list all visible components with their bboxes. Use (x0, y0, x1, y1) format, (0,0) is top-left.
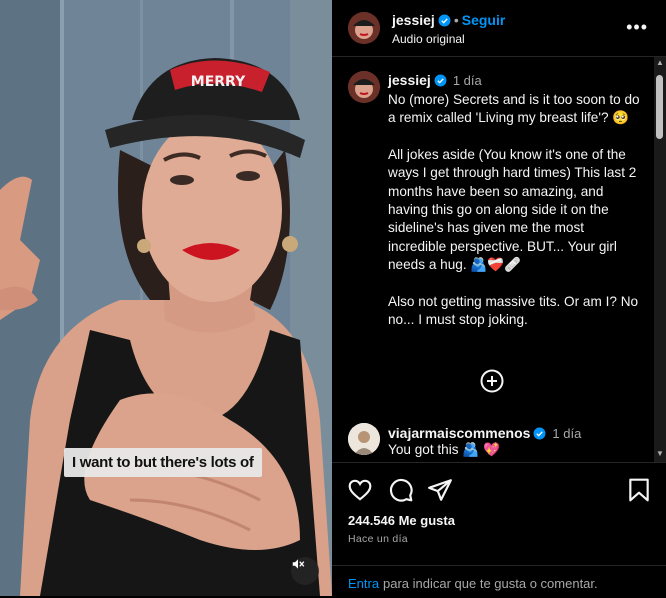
caption-username[interactable]: jessiej (388, 72, 431, 88)
instagram-post-modal: MERRY I want to but there's lots of jess… (0, 0, 666, 596)
video-frame: MERRY (0, 0, 332, 596)
comment-time[interactable]: 1 día (552, 426, 581, 441)
heart-icon[interactable] (347, 477, 373, 503)
comment-header: viajarmaiscommenos 1 día (388, 425, 581, 441)
follow-button[interactable]: Seguir (462, 12, 506, 28)
author-avatar[interactable] (348, 12, 380, 44)
load-more-comments-icon[interactable] (480, 369, 504, 393)
caption-text: No (more) Secrets and is it too soon to … (388, 91, 643, 347)
save-bookmark-icon[interactable] (626, 477, 652, 503)
caption-paragraph: All jokes aside (You know it's one of th… (388, 146, 637, 273)
caption-author-avatar[interactable] (348, 71, 380, 103)
avatar-image (348, 12, 380, 44)
share-icon[interactable] (427, 477, 453, 503)
verified-badge-icon (434, 74, 447, 87)
caption-paragraph: No (more) Secrets and is it too soon to … (388, 92, 640, 126)
caption-paragraph: Also not getting massive tits. Or am I? … (388, 293, 639, 328)
commenter-username[interactable]: viajarmaiscommenos (388, 425, 530, 441)
comment-text: You got this 🫂 💖 (388, 442, 500, 457)
video-caption: I want to but there's lots of (64, 448, 262, 477)
avatar-image (348, 423, 380, 455)
login-link[interactable]: Entra (348, 576, 379, 591)
speaker-muted-icon (292, 559, 305, 569)
comment-icon[interactable] (388, 477, 414, 503)
scroll-up-arrow-icon[interactable]: ▲ (656, 59, 664, 67)
post-actions: 244.546 Me gusta Hace un día Entra para … (332, 462, 666, 597)
header-user-line: jessiej • Seguir (392, 12, 505, 28)
caption-header: jessiej 1 día (388, 72, 482, 88)
avatar-image (348, 71, 380, 103)
scroll-down-arrow-icon[interactable]: ▼ (656, 450, 664, 458)
verified-badge-icon (438, 14, 451, 27)
video-player[interactable]: MERRY I want to but there's lots of (0, 0, 332, 596)
post-details-panel: jessiej • Seguir Audio original ••• jessie… (332, 0, 666, 596)
more-options-icon[interactable]: ••• (626, 18, 648, 36)
post-timestamp[interactable]: Hace un día (348, 533, 408, 545)
author-username[interactable]: jessiej (392, 12, 435, 28)
verified-badge-icon (533, 427, 546, 440)
cap-print-text: MERRY (191, 74, 246, 90)
scrollbar-thumb[interactable] (656, 75, 663, 139)
mute-button[interactable] (291, 557, 319, 585)
post-header: jessiej • Seguir Audio original ••• (332, 0, 666, 57)
comments-scroll-area[interactable]: jessiej 1 día No (more) Secrets and is it… (332, 57, 654, 462)
separator-dot: • (453, 12, 459, 28)
commenter-avatar[interactable] (348, 423, 380, 455)
audio-original-link[interactable]: Audio original (392, 32, 465, 46)
caption-time[interactable]: 1 día (453, 73, 482, 88)
likes-count[interactable]: 244.546 Me gusta (348, 513, 455, 528)
login-prompt: Entra para indicar que te gusta o coment… (332, 565, 666, 598)
login-prompt-text: para indicar que te gusta o comentar. (383, 576, 598, 591)
